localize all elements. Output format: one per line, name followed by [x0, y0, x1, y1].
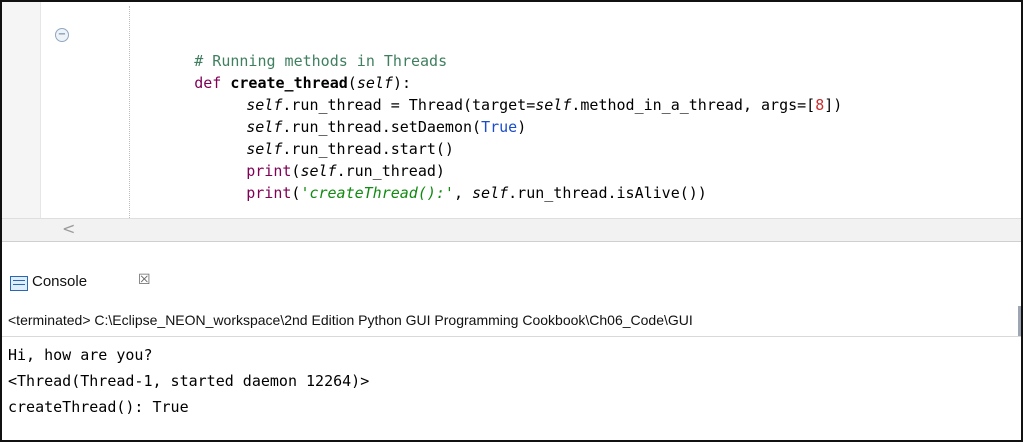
code-text: ) [517, 118, 527, 136]
console-status-text: <terminated> C:\Eclipse_NEON_workspace\2… [8, 312, 693, 328]
code-text: .method_in_a_thread, args=[ [571, 96, 816, 114]
console-icon [10, 276, 28, 291]
number-literal: 8 [815, 96, 825, 114]
close-icon[interactable]: ☒ [138, 272, 151, 288]
string-literal: 'createThread():' [300, 184, 454, 202]
console-status-line: <terminated> C:\Eclipse_NEON_workspace\2… [2, 306, 1021, 337]
scroll-left-icon[interactable]: < [62, 221, 78, 237]
window: − # Running methods in Threads def creat… [0, 0, 1023, 442]
code-line-5: self.run_thread.start() [2, 116, 454, 158]
builtin-print: print [246, 184, 292, 202]
console-output[interactable]: Hi, how are you? <Thread(Thread-1, start… [2, 336, 1021, 440]
code-editor[interactable]: − # Running methods in Threads def creat… [2, 2, 1021, 219]
code-line-7: print('createThread():', self.run_thread… [2, 160, 707, 202]
code-text: .run_thread.isAlive()) [508, 184, 707, 202]
horizontal-scrollbar[interactable]: < [2, 218, 1021, 242]
code-text: , [453, 184, 473, 202]
console-output-line: createThread(): True [8, 398, 189, 416]
code-line-3: self.run_thread = Thread(target=self.met… [2, 72, 842, 114]
self-ref: self [472, 184, 509, 202]
self-ref: self [535, 96, 572, 114]
console-output-line: Hi, how are you? [8, 346, 153, 364]
console-view-header: Console ☒ [2, 264, 1021, 307]
code-line-2: def create_thread(self): [2, 50, 411, 92]
right-edge-bar [1018, 306, 1021, 336]
code-line-6: print(self.run_thread) [2, 138, 445, 180]
console-tab[interactable]: Console [32, 273, 87, 290]
console-output-line: <Thread(Thread-1, started daemon 12264)> [8, 372, 370, 390]
code-text: ]) [824, 96, 843, 114]
bool-literal: True [481, 118, 518, 136]
code-line-1: # Running methods in Threads [2, 28, 447, 70]
code-line-4: self.run_thread.setDaemon(True) [2, 94, 526, 136]
code-lines: # Running methods in Threads def create_… [2, 28, 1012, 218]
